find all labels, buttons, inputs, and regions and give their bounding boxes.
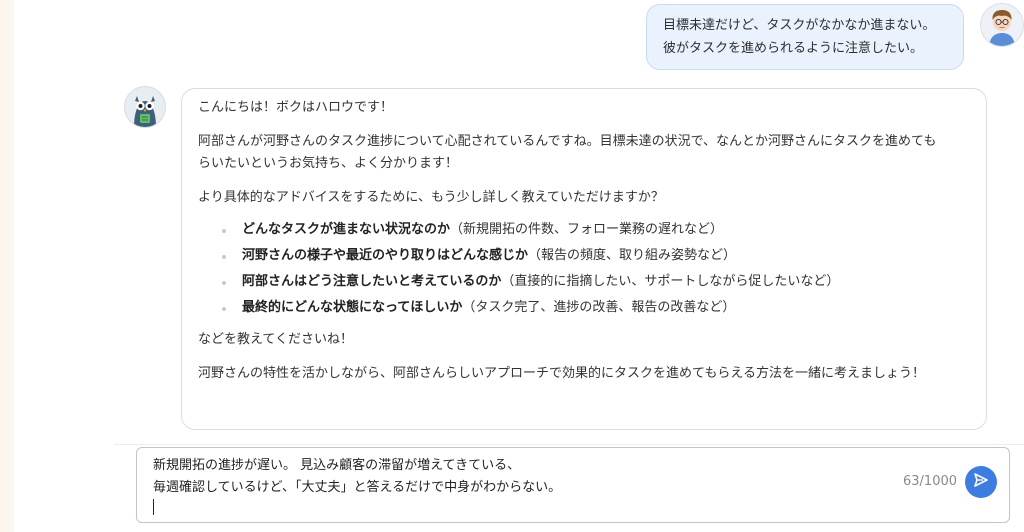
input-divider bbox=[114, 444, 1024, 445]
list-item-bold: 河野さんの様子や最近のやり取りはどんな感じか bbox=[242, 248, 529, 263]
bot-intro: 阿部さんが河野さんのタスク進捗について心配されているんですね。目標未達の状況で、… bbox=[198, 131, 970, 175]
list-item: 河野さんの様子や最近のやり取りはどんな感じか（報告の頻度、取り組み姿勢など） bbox=[222, 243, 970, 269]
list-item-detail: （報告の頻度、取り組み姿勢など） bbox=[528, 248, 737, 263]
bot-intro-line: 阿部さんが河野さんのタスク進捗について心配されているんですね。目標未達の状況で、… bbox=[198, 134, 937, 149]
message-input-text[interactable]: 新規開拓の進捗が遅い。 見込み顧客の滞留が増えてきている、毎週確認しているけど、… bbox=[153, 455, 873, 499]
message-input[interactable]: 新規開拓の進捗が遅い。 見込み顧客の滞留が増えてきている、毎週確認しているけど、… bbox=[136, 447, 1010, 523]
list-item-detail: （タスク完了、進捗の改善、報告の改善など） bbox=[462, 300, 736, 315]
user-message-line: 目標未達だけど、タスクがなかなか進まない。 bbox=[663, 18, 936, 33]
character-counter: 63/1000 bbox=[903, 474, 958, 489]
question-list: どんなタスクが進まない状況なのか（新規開拓の件数、フォロー業務の遅れなど） 河野… bbox=[198, 217, 970, 321]
text-caret bbox=[153, 499, 154, 515]
send-button[interactable] bbox=[965, 466, 997, 498]
owl-bot-avatar-icon bbox=[124, 86, 166, 128]
list-item-bold: 最終的にどんな状態になってほしいか bbox=[242, 300, 463, 315]
bot-greeting: こんにちは！ボクはハロウです！ bbox=[198, 100, 394, 115]
user-message-bubble: 目標未達だけど、タスクがなかなか進まない。 彼がタスクを進められるように注意した… bbox=[646, 4, 964, 70]
user-avatar-icon bbox=[980, 3, 1024, 47]
bot-intro-line: らいたいというお気持ち、よく分かります！ bbox=[198, 156, 459, 171]
user-message-line: 彼がタスクを進められるように注意したい。 bbox=[663, 41, 924, 56]
bot-question: より具体的なアドバイスをするために、もう少し詳しく教えていただけますか？ bbox=[198, 190, 664, 205]
list-item-bold: 阿部さんはどう注意したいと考えているのか bbox=[242, 274, 502, 289]
bot-closing: 河野さんの特性を活かしながら、阿部さんらしいアプローチで効果的にタスクを進めても… bbox=[198, 366, 925, 381]
input-line: 毎週確認しているけど、「大丈夫」と答えるだけで中身がわからない。 bbox=[153, 480, 562, 495]
list-item: 最終的にどんな状態になってほしいか（タスク完了、進捗の改善、報告の改善など） bbox=[222, 295, 970, 321]
chat-panel: 目標未達だけど、タスクがなかなか進まない。 彼がタスクを進められるように注意した… bbox=[14, 0, 1024, 532]
send-icon bbox=[973, 472, 989, 492]
input-line: 新規開拓の進捗が遅い。 見込み顧客の滞留が増えてきている、 bbox=[153, 458, 521, 473]
list-item: どんなタスクが進まない状況なのか（新規開拓の件数、フォロー業務の遅れなど） bbox=[222, 217, 970, 243]
list-item-detail: （直接的に指摘したい、サポートしながら促したいなど） bbox=[501, 274, 840, 289]
bot-request: などを教えてくださいね！ bbox=[198, 332, 353, 347]
bot-message-bubble: こんにちは！ボクはハロウです！ 阿部さんが河野さんのタスク進捗について心配されて… bbox=[181, 88, 987, 430]
list-item-detail: （新規開拓の件数、フォロー業務の遅れなど） bbox=[450, 222, 724, 237]
list-item-bold: どんなタスクが進まない状況なのか bbox=[242, 222, 451, 237]
list-item: 阿部さんはどう注意したいと考えているのか（直接的に指摘したい、サポートしながら促… bbox=[222, 269, 970, 295]
